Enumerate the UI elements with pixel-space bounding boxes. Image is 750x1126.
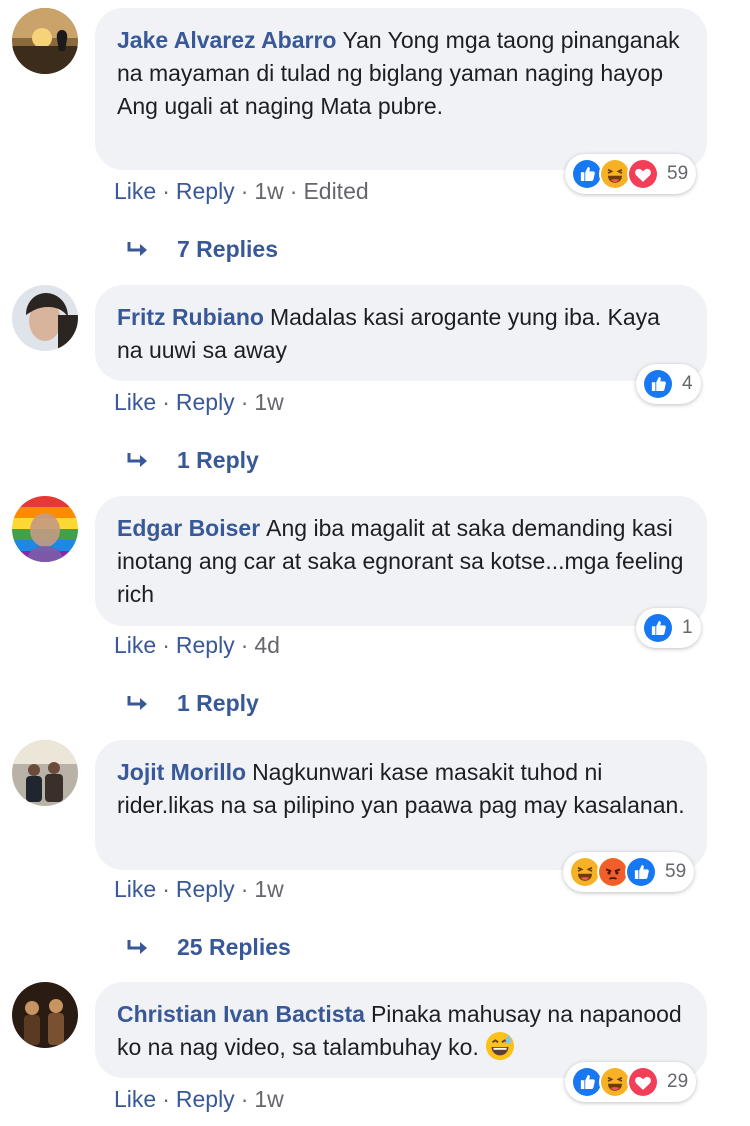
reaction-count: 29 — [667, 1071, 689, 1092]
comment-bubble: Jake Alvarez Abarro Yan Yong mga taong pi… — [95, 8, 707, 170]
comment-actions: Like · Reply · 1w — [114, 1086, 284, 1112]
reply-arrow-icon — [127, 452, 147, 467]
comment-actions: Like · Reply · 1w — [114, 876, 284, 902]
like-link[interactable]: Like — [114, 1086, 156, 1112]
avatar[interactable] — [12, 740, 78, 806]
timestamp[interactable]: 4d — [254, 632, 280, 658]
view-replies-link[interactable]: 25 Replies — [125, 934, 291, 961]
avatar[interactable] — [12, 496, 78, 562]
view-replies-link[interactable]: 7 Replies — [125, 236, 278, 263]
like-link[interactable]: Like — [114, 178, 156, 204]
reply-arrow-icon — [127, 939, 147, 954]
like-link[interactable]: Like — [114, 632, 156, 658]
reply-link[interactable]: Reply — [176, 632, 235, 658]
reply-link[interactable]: Reply — [176, 389, 235, 415]
view-replies-link[interactable]: 1 Reply — [125, 447, 259, 474]
reply-link[interactable]: Reply — [176, 1086, 235, 1112]
like-link[interactable]: Like — [114, 876, 156, 902]
author-name[interactable]: Jake Alvarez Abarro — [117, 27, 336, 53]
reactions-summary[interactable]: 59 — [565, 154, 697, 194]
reply-arrow-icon — [127, 241, 147, 256]
author-name[interactable]: Jojit Morillo — [117, 759, 246, 785]
timestamp[interactable]: 1w — [254, 876, 283, 902]
reactions-summary[interactable]: 1 — [636, 608, 701, 648]
comment-bubble: Jojit Morillo Nagkunwari kase masakit tuh… — [95, 740, 707, 870]
comment-actions: Like · Reply · 4d — [114, 632, 280, 658]
comment-bubble: Edgar Boiser Ang iba magalit at saka dema… — [95, 496, 707, 626]
edited-label[interactable]: Edited — [303, 178, 368, 204]
comment-actions: Like · Reply · 1w — [114, 389, 284, 415]
replies-count: 1 Reply — [177, 690, 259, 716]
author-name[interactable]: Edgar Boiser — [117, 515, 260, 541]
reaction-count: 59 — [665, 861, 687, 882]
comment-actions: Like · Reply · 1w · Edited — [114, 178, 369, 204]
comment-bubble: Fritz Rubiano Madalas kasi arogante yung … — [95, 285, 707, 381]
love-icon — [627, 158, 659, 190]
timestamp[interactable]: 1w — [254, 1086, 283, 1112]
grinning-sweat-emoji — [485, 1031, 514, 1061]
timestamp[interactable]: 1w — [254, 389, 283, 415]
replies-count: 25 Replies — [177, 934, 291, 960]
avatar[interactable] — [12, 8, 78, 74]
like-icon — [625, 856, 657, 888]
reaction-count: 59 — [667, 163, 689, 184]
author-name[interactable]: Fritz Rubiano — [117, 304, 264, 330]
view-replies-link[interactable]: 1 Reply — [125, 690, 259, 717]
reactions-summary[interactable]: 59 — [563, 852, 695, 892]
reply-arrow-icon — [127, 695, 147, 710]
comment-thread: Jake Alvarez Abarro Yan Yong mga taong pi… — [0, 0, 750, 1126]
reply-link[interactable]: Reply — [176, 178, 235, 204]
timestamp[interactable]: 1w — [254, 178, 283, 204]
reply-link[interactable]: Reply — [176, 876, 235, 902]
like-icon — [642, 368, 674, 400]
reactions-summary[interactable]: 4 — [636, 364, 701, 404]
avatar[interactable] — [12, 285, 78, 351]
reaction-count: 4 — [682, 373, 693, 394]
like-icon — [642, 612, 674, 644]
reaction-count: 1 — [682, 617, 693, 638]
like-link[interactable]: Like — [114, 389, 156, 415]
replies-count: 7 Replies — [177, 236, 278, 262]
author-name[interactable]: Christian Ivan Bactista — [117, 1001, 365, 1027]
love-icon — [627, 1066, 659, 1098]
replies-count: 1 Reply — [177, 447, 259, 473]
reactions-summary[interactable]: 29 — [565, 1062, 697, 1102]
avatar[interactable] — [12, 982, 78, 1048]
